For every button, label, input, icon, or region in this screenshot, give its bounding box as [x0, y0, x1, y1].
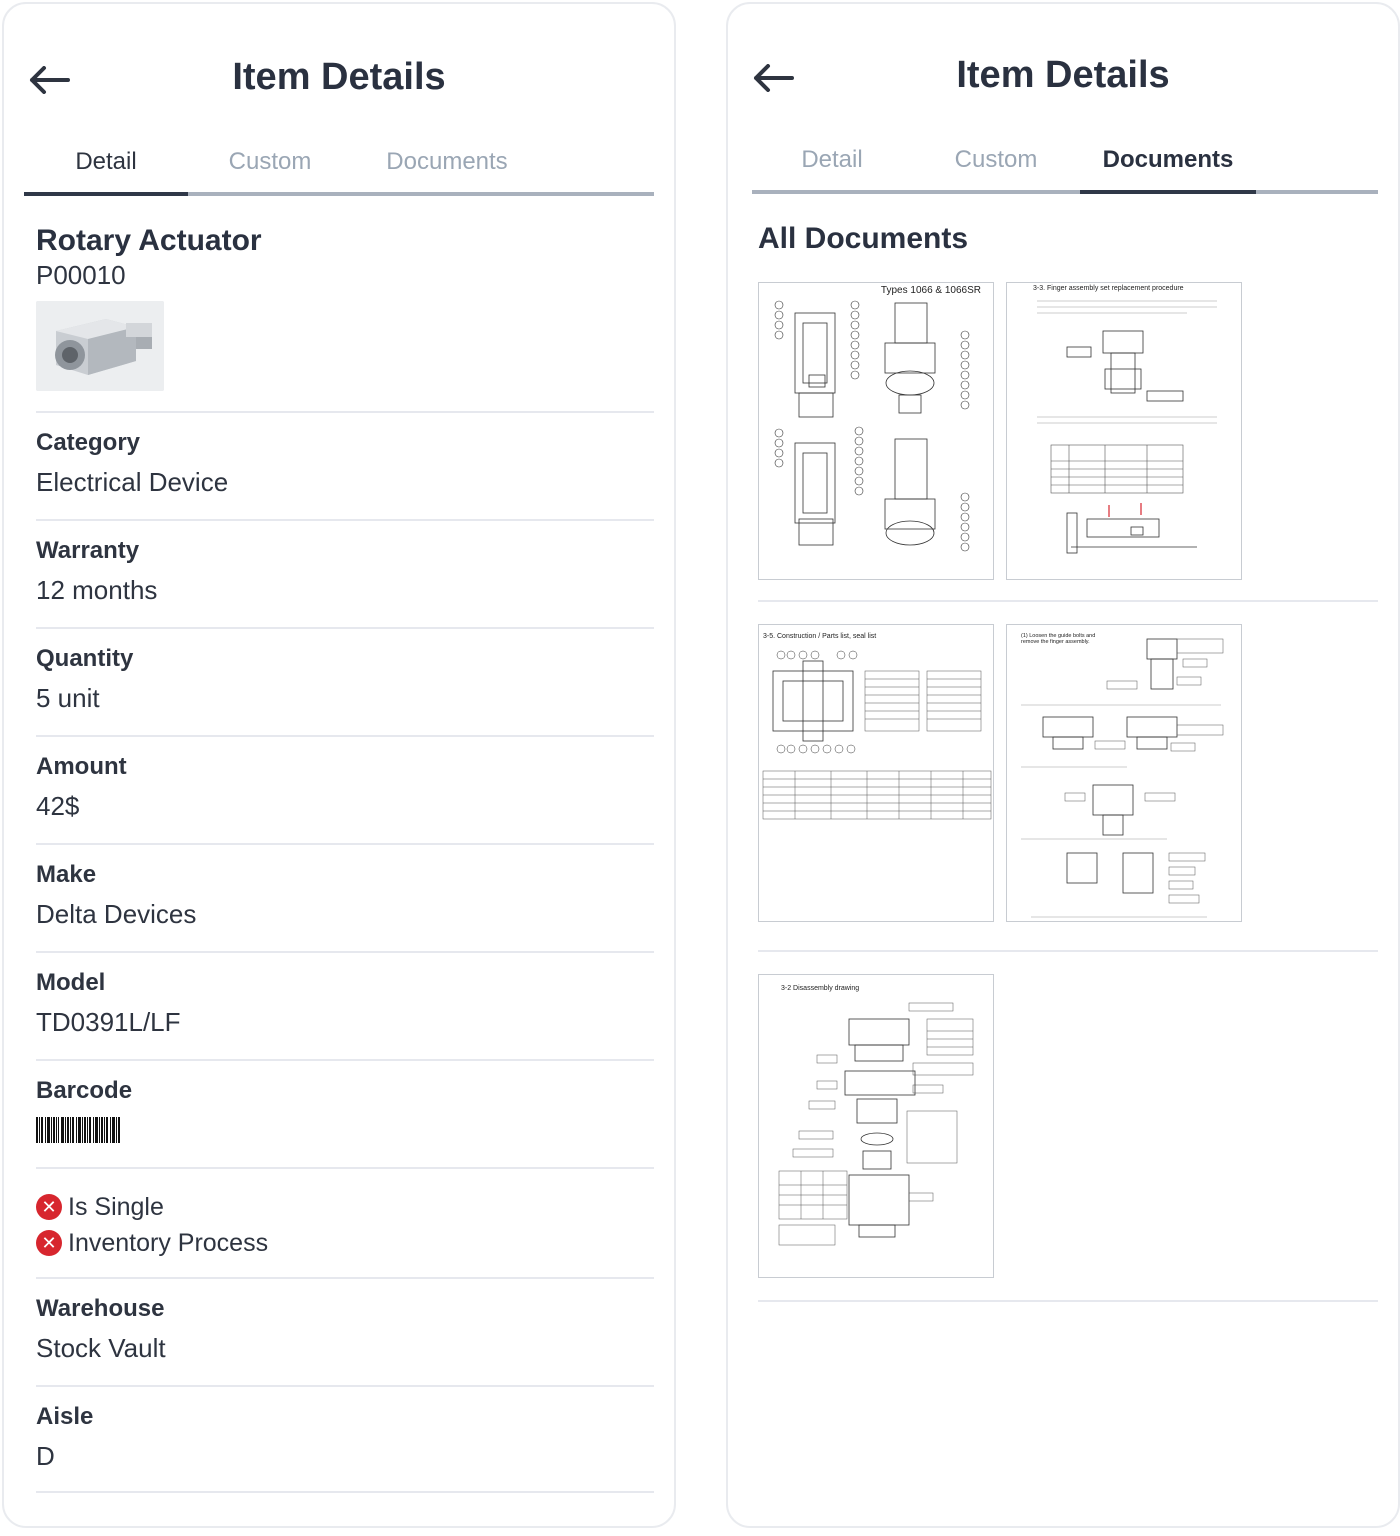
item-name: Rotary Actuator [36, 224, 262, 257]
header: Item Details [4, 4, 674, 144]
field-value: D [36, 1441, 55, 1471]
item-code: P00010 [36, 260, 126, 290]
flags-section: ✕ Is Single ✕ Inventory Process [36, 1167, 654, 1277]
field-make: Make Delta Devices [36, 843, 654, 951]
field-label: Warehouse [36, 1295, 165, 1322]
flag-label: Is Single [68, 1192, 164, 1221]
field-value: Delta Devices [36, 899, 197, 929]
documents-row: 3-2 Disassembly drawing [758, 952, 1378, 1302]
field-value: TD0391L/LF [36, 1007, 181, 1037]
field-label: Category [36, 429, 141, 456]
tab-custom[interactable]: Custom [912, 132, 1080, 190]
field-value: Stock Vault [36, 1333, 166, 1363]
section-title: All Documents [758, 222, 969, 255]
field-value: Electrical Device [36, 467, 229, 497]
documents-row: Types 1066 & 1066SR 3-3. Finger assembly… [758, 252, 1378, 602]
document-caption: 3-2 Disassembly drawing [781, 985, 860, 992]
tab-custom[interactable]: Custom [188, 134, 352, 192]
document-thumbnail[interactable]: 3-2 Disassembly drawing [758, 974, 994, 1278]
page-title: Item Details [956, 54, 1170, 96]
document-thumbnail[interactable]: Types 1066 & 1066SR [758, 282, 994, 580]
x-circle-icon: ✕ [36, 1194, 62, 1220]
tab-documents[interactable]: Documents [352, 134, 542, 192]
field-category: Category Electrical Device [36, 411, 654, 519]
flag-inventory-process: ✕ Inventory Process [36, 1225, 654, 1261]
document-caption: 3-5. Construction / Parts list, seal lis… [763, 633, 877, 640]
header: Item Details [728, 4, 1398, 144]
page-title: Item Details [232, 56, 446, 98]
flag-is-single: ✕ Is Single [36, 1189, 654, 1225]
field-label: Make [36, 861, 97, 888]
flag-label: Inventory Process [68, 1228, 269, 1257]
field-aisle: Aisle D [36, 1385, 654, 1493]
item-details-detail-screen: Item Details Detail Custom Documents Rot… [2, 2, 676, 1528]
document-thumbnail[interactable]: 3-5. Construction / Parts list, seal lis… [758, 624, 994, 922]
field-barcode: Barcode [36, 1059, 654, 1167]
document-thumbnail[interactable]: (1) Loosen the guide bolts and remove th… [1006, 624, 1242, 922]
field-warehouse: Warehouse Stock Vault [36, 1277, 654, 1385]
document-caption: (1) Loosen the guide bolts and remove th… [1021, 633, 1096, 645]
field-value: 5 unit [36, 683, 100, 713]
tab-documents[interactable]: Documents [1080, 132, 1256, 194]
item-image[interactable] [36, 301, 164, 391]
document-drawing [1021, 638, 1224, 918]
tab-bar: Detail Custom Documents [752, 132, 1378, 194]
document-drawing [774, 300, 970, 552]
field-label: Amount [36, 753, 127, 780]
field-label: Aisle [36, 1403, 94, 1430]
barcode-image [36, 1117, 120, 1143]
tab-bar: Detail Custom Documents [24, 134, 654, 196]
field-label: Model [36, 969, 106, 996]
field-label: Warranty [36, 537, 140, 564]
tab-detail[interactable]: Detail [752, 132, 912, 190]
document-caption: Types 1066 & 1066SR [880, 285, 981, 296]
document-drawing [1037, 300, 1217, 554]
field-label: Barcode [36, 1077, 133, 1104]
item-detail-content: Rotary Actuator P00010 Category Electric… [36, 224, 654, 1493]
item-details-documents-screen: Item Details Detail Custom Documents All… [726, 2, 1400, 1528]
documents-row: 3-5. Construction / Parts list, seal lis… [758, 602, 1378, 952]
field-model: Model TD0391L/LF [36, 951, 654, 1059]
document-drawing [778, 1002, 974, 1246]
field-amount: Amount 42$ [36, 735, 654, 843]
x-circle-icon: ✕ [36, 1230, 62, 1256]
field-value: 12 months [36, 575, 158, 605]
document-thumbnail[interactable]: 3-3. Finger assembly set replacement pro… [1006, 282, 1242, 580]
document-caption: 3-3. Finger assembly set replacement pro… [1033, 285, 1184, 292]
tab-detail[interactable]: Detail [24, 134, 188, 196]
field-warranty: Warranty 12 months [36, 519, 654, 627]
field-quantity: Quantity 5 unit [36, 627, 654, 735]
field-value: 42$ [36, 791, 80, 821]
document-drawing [762, 650, 992, 820]
field-label: Quantity [36, 645, 134, 672]
